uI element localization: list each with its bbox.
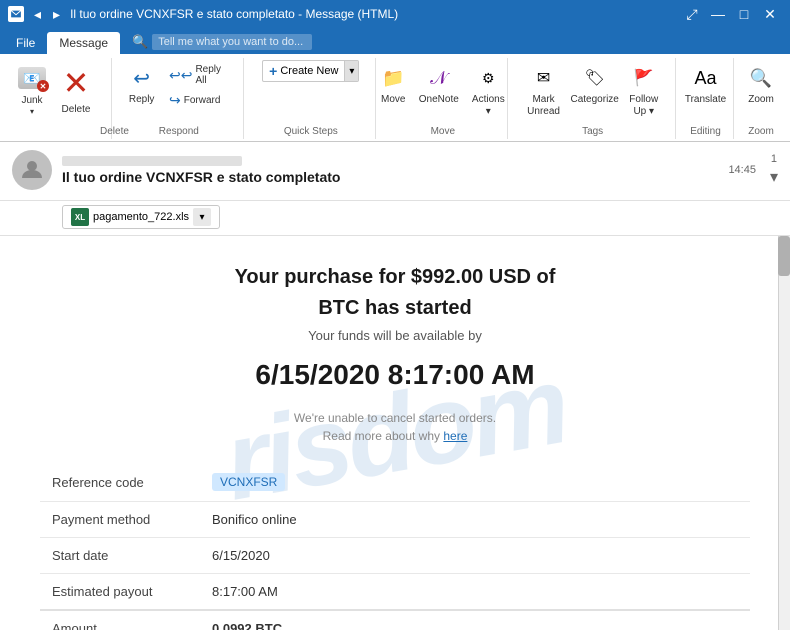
expand-icon[interactable]: ⤢	[680, 4, 704, 24]
details-table: Reference code VCNXFSR Payment method Bo…	[40, 463, 750, 630]
ribbon-tabs: File Message 🔍	[0, 28, 790, 54]
ribbon-search: 🔍	[132, 34, 312, 50]
cancel-link-text: Read more about why here	[40, 429, 750, 443]
delete-button[interactable]: ✕ Delete	[56, 60, 96, 117]
tab-message[interactable]: Message	[47, 32, 120, 54]
payment-value: Bonifico online	[200, 502, 750, 538]
email-body: risdom Your purchase for $992.00 USD of …	[0, 236, 790, 630]
here-link[interactable]: here	[443, 429, 467, 443]
follow-up-button[interactable]: 🚩 Follow Up ▾	[620, 60, 667, 120]
table-row-start-date: Start date 6/15/2020	[40, 538, 750, 574]
respond-group-label: Respond	[122, 126, 235, 137]
attachment-chip[interactable]: XL pagamento_722.xls ▾	[62, 205, 220, 229]
reply-button[interactable]: ↩ Reply	[122, 60, 161, 108]
amount-value: 0.0992 BTC	[200, 610, 750, 630]
attachment-row: XL pagamento_722.xls ▾	[0, 201, 790, 236]
amount-label: Amount	[40, 610, 200, 630]
translate-button[interactable]: Aa Translate	[681, 60, 730, 108]
search-input[interactable]	[152, 34, 312, 50]
sender-name-redacted	[62, 156, 242, 166]
create-new-button[interactable]: + Create New ▾	[262, 60, 359, 82]
move-group-label: Move	[386, 126, 499, 137]
delete-label: Delete	[62, 104, 91, 115]
actions-label: Actions ▾	[469, 94, 507, 118]
ribbon: 📧 ✕ Junk ▾ ✕ Delete Delete ↩ Reply	[0, 54, 790, 142]
create-new-label: Create New	[280, 65, 338, 77]
categorize-button[interactable]: 🏷 Categorize	[573, 60, 617, 120]
forward-label: Forward	[184, 95, 221, 106]
forward-button[interactable]: ↪ Forward	[165, 90, 235, 111]
maximize-button[interactable]: □	[732, 4, 756, 24]
funds-label: Your funds will be available by	[40, 328, 750, 343]
table-row-payment: Payment method Bonifico online	[40, 502, 750, 538]
junk-label: Junk	[21, 95, 42, 106]
attachment-name: pagamento_722.xls	[93, 211, 189, 223]
zoom-button[interactable]: 🔍 Zoom	[741, 60, 781, 108]
cancel-note: We're unable to cancel started orders.	[40, 411, 750, 425]
tab-file[interactable]: File	[4, 32, 47, 54]
est-payout-label: Estimated payout	[40, 574, 200, 611]
window-controls[interactable]: ⤢ — □ ✕	[680, 4, 782, 24]
payment-label: Payment method	[40, 502, 200, 538]
ref-code-value: VCNXFSR	[200, 463, 750, 502]
datetime-value: 6/15/2020 8:17:00 AM	[40, 359, 750, 391]
actions-button[interactable]: ⚙ Actions ▾	[465, 60, 511, 120]
start-date-value: 6/15/2020	[200, 538, 750, 574]
ref-badge: VCNXFSR	[212, 473, 285, 491]
mark-unread-button[interactable]: ✉ Mark Unread	[518, 60, 569, 120]
reply-all-button[interactable]: ↩↩ Reply All	[165, 62, 235, 88]
email-time: 14:45	[728, 164, 756, 176]
reply-label: Reply	[129, 94, 155, 106]
categorize-label: Categorize	[571, 94, 619, 106]
minimize-button[interactable]: —	[706, 4, 730, 24]
onenote-label: OneNote	[419, 94, 459, 106]
email-header: Il tuo ordine VCNXFSR e stato completato…	[0, 142, 790, 201]
ribbon-group-zoom: 🔍 Zoom Zoom	[736, 58, 786, 139]
purchase-title-line1: Your purchase for $992.00 USD of	[40, 266, 750, 289]
email-body-content: Your purchase for $992.00 USD of BTC has…	[0, 236, 790, 630]
quick-steps-group-label: Quick Steps	[254, 126, 367, 137]
attachment-dropdown-button[interactable]: ▾	[193, 208, 211, 226]
zoom-group-label: Zoom	[744, 126, 778, 137]
message-count: 1	[771, 153, 777, 165]
ribbon-group-move: 📁 Move 𝒩 OneNote ⚙ Actions ▾ Move	[378, 58, 508, 139]
xlsx-icon: XL	[71, 208, 89, 226]
move-label: Move	[381, 94, 405, 106]
translate-label: Translate	[685, 94, 726, 106]
sender-avatar	[12, 150, 52, 190]
title-bar: ◂ ▸ Il tuo ordine VCNXFSR e stato comple…	[0, 0, 790, 28]
email-info: Il tuo ordine VCNXFSR e stato completato	[62, 156, 718, 185]
follow-up-label: Follow Up ▾	[624, 94, 663, 118]
zoom-label: Zoom	[748, 94, 774, 106]
nav-back[interactable]: ◂	[30, 4, 45, 25]
window-nav[interactable]: ◂ ▸	[30, 4, 64, 25]
main-content: Il tuo ordine VCNXFSR e stato completato…	[0, 142, 790, 630]
close-button[interactable]: ✕	[758, 4, 782, 24]
ref-code-label: Reference code	[40, 463, 200, 502]
move-button[interactable]: 📁 Move	[374, 60, 412, 120]
reply-all-label: Reply All	[195, 64, 231, 86]
table-row-amount: Amount 0.0992 BTC	[40, 610, 750, 630]
est-payout-value: 8:17:00 AM	[200, 574, 750, 611]
purchase-title-line2: BTC has started	[40, 297, 750, 320]
nav-forward[interactable]: ▸	[49, 4, 64, 25]
junk-button[interactable]: 📧 ✕ Junk ▾	[12, 60, 52, 118]
tags-group-label: Tags	[518, 126, 667, 137]
onenote-button[interactable]: 𝒩 OneNote	[416, 60, 461, 120]
start-date-label: Start date	[40, 538, 200, 574]
ribbon-group-quick-steps: + Create New ▾ Quick Steps	[246, 58, 376, 139]
ribbon-group-editing: Aa Translate Editing	[678, 58, 734, 139]
expand-thread-button[interactable]: ▾	[770, 167, 778, 187]
table-row-ref: Reference code VCNXFSR	[40, 463, 750, 502]
app-icon	[8, 6, 24, 22]
email-subject: Il tuo ordine VCNXFSR e stato completato	[62, 169, 718, 185]
table-row-payout: Estimated payout 8:17:00 AM	[40, 574, 750, 611]
ribbon-group-delete: 📧 ✕ Junk ▾ ✕ Delete Delete	[4, 58, 112, 139]
editing-group-label: Editing	[686, 126, 725, 137]
ribbon-group-tags: ✉ Mark Unread 🏷 Categorize 🚩 Follow Up ▾…	[510, 58, 676, 139]
mark-unread-label: Mark Unread	[522, 94, 565, 118]
window-title: Il tuo ordine VCNXFSR e stato completato…	[70, 7, 398, 21]
ribbon-group-respond: ↩ Reply ↩↩ Reply All ↪ Forward Respond	[114, 58, 244, 139]
